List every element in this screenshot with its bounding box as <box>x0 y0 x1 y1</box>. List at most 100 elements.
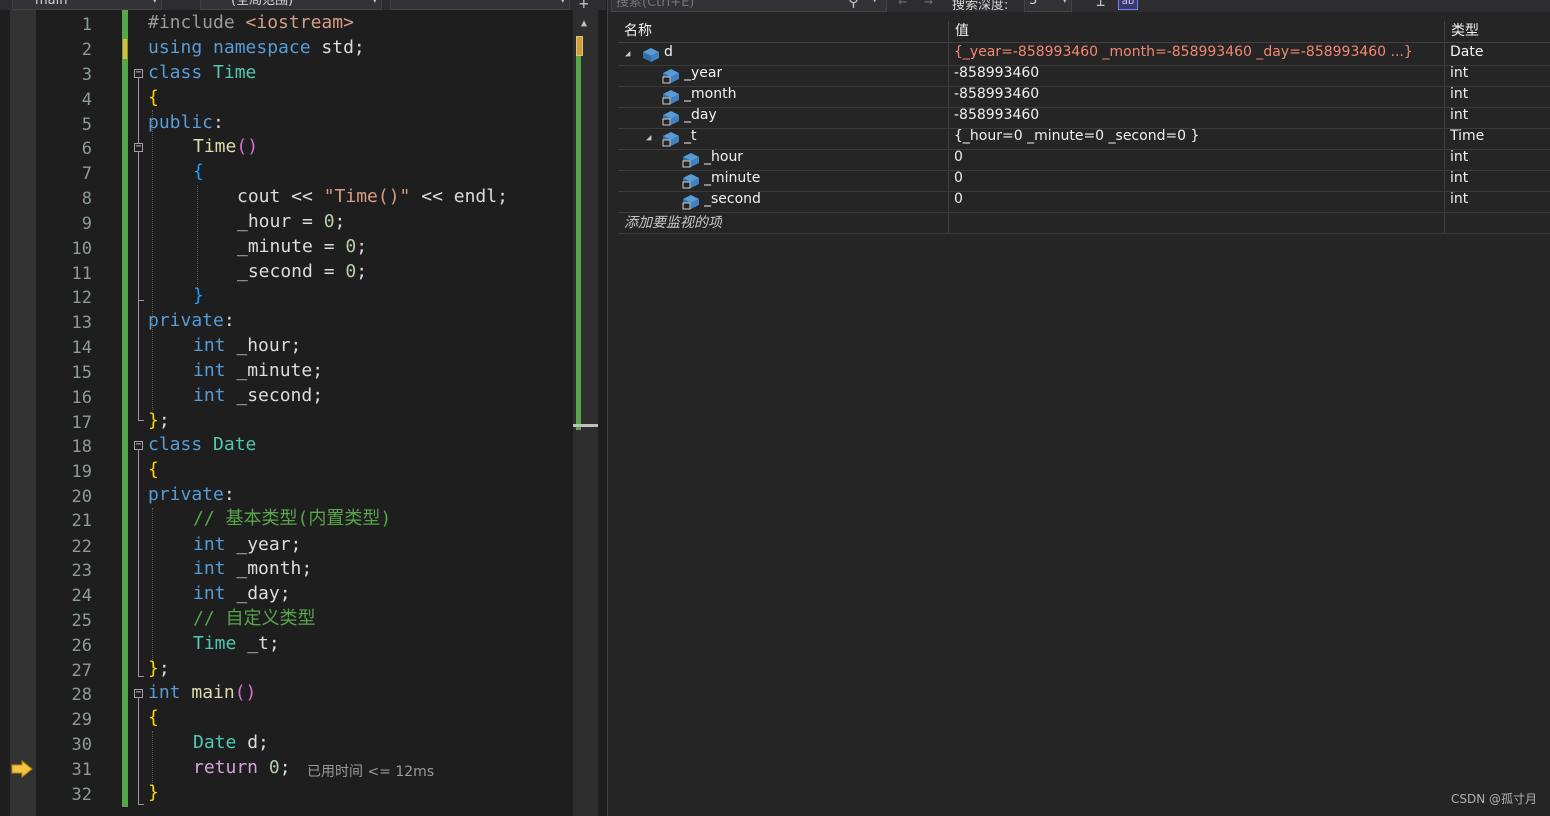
watch-row-month[interactable]: _month -858993460 int <box>618 86 1550 108</box>
watch-value[interactable]: 0 <box>954 191 963 212</box>
chevron-down-icon[interactable]: ▾ <box>872 0 877 10</box>
code-line-5: public: <box>148 112 224 133</box>
code-line-23: int _month; <box>193 558 313 579</box>
scroll-position-marker[interactable] <box>573 424 598 427</box>
code-text-area[interactable]: #include <iostream> using namespace std;… <box>148 0 578 816</box>
add-watch-placeholder[interactable]: 添加要监视的项 <box>624 212 722 233</box>
column-name-header[interactable]: 名称 <box>624 21 652 42</box>
line-number: 1 <box>81 15 92 35</box>
code-line-8: cout << "Time()" << endl; <box>237 186 508 207</box>
watch-toolbar: ⚲ ▾ ← → 搜索深度: 3▾ ⊥ ab <box>608 0 1550 12</box>
object-field-icon <box>662 132 679 147</box>
line-number: 4 <box>81 90 92 110</box>
line-number: 31 <box>71 760 92 780</box>
scroll-up-icon[interactable]: ▲ <box>581 18 587 29</box>
outline-line <box>138 152 139 300</box>
watch-value[interactable]: -858993460 <box>954 86 1039 107</box>
unsaved-change-marker <box>123 39 127 59</box>
pin-icon[interactable]: ⊥ <box>1096 0 1105 10</box>
watch-row-day[interactable]: _day -858993460 int <box>618 107 1550 129</box>
object-field-icon <box>682 153 699 168</box>
outline-end <box>138 804 144 805</box>
collapse-toggle[interactable]: − <box>134 68 143 78</box>
watch-value[interactable]: -858993460 <box>954 107 1039 128</box>
watch-value[interactable]: 0 <box>954 170 963 191</box>
collapse-toggle[interactable]: − <box>134 440 143 450</box>
watch-row-second[interactable]: _second 0 int <box>618 191 1550 213</box>
object-field-icon <box>682 195 699 210</box>
line-number-gutter: 1 2 3 4 5 6 7 8 9 10 11 12 13 14 15 16 17 18 19 20 21 22 23 24 2… <box>36 10 118 816</box>
code-line-12: } <box>193 285 204 306</box>
watch-row-year[interactable]: _year -858993460 int <box>618 65 1550 87</box>
watch-name: _minute <box>704 170 761 186</box>
hex-display-icon[interactable]: ab <box>1118 0 1138 10</box>
code-line-14: int _hour; <box>193 335 302 356</box>
watch-row-t[interactable]: ◢ _t {_hour=0 _minute=0 _second=0 } Time <box>618 128 1550 150</box>
line-number: 18 <box>71 437 92 457</box>
change-tracking-bar <box>122 10 128 807</box>
line-number: 24 <box>71 586 92 606</box>
watch-type: int <box>1450 107 1469 123</box>
code-line-32: } <box>148 782 159 803</box>
code-line-17: }; <box>148 410 170 431</box>
line-number: 6 <box>81 139 92 159</box>
search-box[interactable]: ⚲ ▾ <box>611 0 887 12</box>
line-number: 12 <box>71 288 92 308</box>
line-number: 2 <box>81 40 92 60</box>
line-number: 10 <box>71 239 92 259</box>
back-arrow-icon[interactable]: ← <box>898 0 907 10</box>
watch-type: int <box>1450 86 1469 102</box>
collapse-toggle[interactable]: − <box>134 688 143 698</box>
watch-value[interactable]: -858993460 <box>954 65 1039 86</box>
collapse-arrow-icon[interactable]: ◢ <box>625 44 630 65</box>
line-number: 16 <box>71 388 92 408</box>
collapse-toggle[interactable]: − <box>134 142 143 152</box>
scroll-change-marker <box>576 36 583 56</box>
watch-name: _month <box>684 86 737 102</box>
add-watch-row[interactable]: 添加要监视的项 <box>618 212 1550 234</box>
chevron-down-icon: ▾ <box>1062 0 1067 6</box>
watch-column-header: 名称 值 类型 <box>618 21 1550 43</box>
object-icon <box>643 48 659 62</box>
object-field-icon <box>662 69 679 84</box>
column-value-header[interactable]: 值 <box>955 21 969 42</box>
watch-row-minute[interactable]: _minute 0 int <box>618 170 1550 192</box>
code-line-27: }; <box>148 658 170 679</box>
code-editor[interactable]: main ▾ (全局范围) ▾ ▾ 1 2 3 4 5 6 7 8 9 10 11 12 13 14 15 16 1… <box>0 0 606 816</box>
scope-dropdown[interactable]: main ▾ <box>12 0 162 10</box>
line-number: 7 <box>81 164 92 184</box>
outline-end <box>138 300 144 301</box>
line-number: 29 <box>71 710 92 730</box>
code-line-15: int _minute; <box>193 360 324 381</box>
watch-type: int <box>1450 65 1469 81</box>
code-line-26: Time _t; <box>193 633 280 654</box>
column-type-header[interactable]: 类型 <box>1451 21 1479 42</box>
watermark: CSDN @孤寸月 <box>1450 792 1537 806</box>
line-number: 9 <box>81 214 92 234</box>
watch-type: int <box>1450 170 1469 186</box>
depth-dropdown[interactable]: 3 ▾ <box>1024 0 1072 12</box>
line-number: 26 <box>71 636 92 656</box>
line-number: 22 <box>71 537 92 557</box>
search-input[interactable] <box>616 0 836 11</box>
watch-name: _day <box>684 107 717 123</box>
perf-tip[interactable]: 已用时间 <= 12ms <box>307 761 434 781</box>
code-line-29: { <box>148 707 159 728</box>
depth-value: 3 <box>1029 0 1038 8</box>
watch-value[interactable]: 0 <box>954 149 963 170</box>
watch-row-hour[interactable]: _hour 0 int <box>618 149 1550 171</box>
code-line-25: // 自定义类型 <box>193 608 316 629</box>
forward-arrow-icon[interactable]: → <box>924 0 933 10</box>
line-number: 32 <box>71 785 92 805</box>
watch-value[interactable]: {_hour=0 _minute=0 _second=0 } <box>954 128 1199 149</box>
split-editor-icon[interactable]: + <box>579 0 589 13</box>
code-line-21: // 基本类型(内置类型) <box>193 508 392 529</box>
code-line-7: { <box>193 161 204 182</box>
watch-row-d[interactable]: ◢ d {_year=-858993460 _month=-858993460 … <box>618 44 1550 66</box>
watch-value[interactable]: {_year=-858993460 _month=-858993460 _day… <box>954 44 1444 65</box>
vertical-scrollbar[interactable]: ▲ <box>573 10 598 816</box>
search-icon[interactable]: ⚲ <box>848 0 859 10</box>
collapse-arrow-icon[interactable]: ◢ <box>646 128 651 149</box>
line-number: 21 <box>71 511 92 531</box>
watch-name: _year <box>684 65 723 81</box>
